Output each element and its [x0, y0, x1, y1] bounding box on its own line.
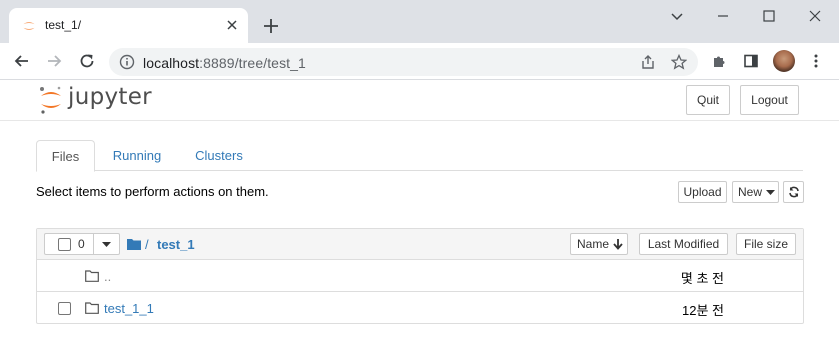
new-label: New — [738, 185, 763, 199]
url-path: :8889/tree/test_1 — [199, 55, 306, 71]
extensions-puzzle-icon[interactable] — [711, 53, 727, 69]
caret-down-icon — [102, 242, 111, 247]
folder-outline-icon — [85, 270, 99, 282]
selection-hint: Select items to perform actions on them. — [36, 184, 269, 199]
url-text[interactable]: localhost:8889/tree/test_1 — [143, 55, 306, 71]
close-window-icon[interactable] — [805, 6, 825, 26]
new-dropdown-button[interactable]: New — [732, 181, 779, 203]
refresh-icon — [789, 186, 799, 198]
share-icon[interactable] — [640, 54, 656, 70]
jupyter-logo-icon[interactable] — [38, 85, 64, 115]
jupyter-wordmark[interactable]: jupyter — [68, 84, 152, 110]
sort-name-label: Name — [577, 237, 610, 251]
arrow-down-icon — [613, 239, 623, 250]
maximize-icon[interactable] — [759, 6, 779, 26]
file-list: 0 / test_1 Name Last Modified File size … — [36, 228, 804, 324]
list-item[interactable]: test_1_1 12분 전 — [37, 292, 803, 324]
tab-clusters[interactable]: Clusters — [184, 140, 254, 171]
more-menu-icon[interactable] — [808, 53, 824, 69]
item-modified-time: 12분 전 — [682, 303, 724, 318]
sort-name-button[interactable]: Name — [570, 233, 628, 255]
parent-dir-link[interactable]: .. — [104, 269, 111, 284]
site-info-icon[interactable] — [119, 54, 135, 70]
upload-button[interactable]: Upload — [678, 181, 727, 203]
reload-icon[interactable] — [78, 52, 96, 70]
dashboard-tabs: Files Running Clusters — [36, 140, 803, 172]
jupyter-header: jupyter Quit Logout — [0, 80, 839, 121]
jupyter-favicon-icon — [23, 22, 35, 30]
browser-tab[interactable]: test_1/ — [9, 8, 248, 43]
tab-search-chevron-icon[interactable] — [667, 6, 687, 26]
back-arrow-icon[interactable] — [13, 52, 31, 70]
browser-toolbar: localhost:8889/tree/test_1 — [0, 43, 839, 80]
file-list-header: 0 / test_1 Name Last Modified File size — [37, 229, 803, 260]
selected-count: 0 — [78, 237, 85, 251]
breadcrumb-current-dir[interactable]: test_1 — [157, 237, 195, 252]
sort-last-modified-button[interactable]: Last Modified — [639, 233, 728, 255]
minimize-icon[interactable] — [713, 6, 733, 26]
close-tab-icon[interactable] — [224, 17, 240, 33]
select-all-checkbox[interactable] — [58, 238, 71, 251]
tab-running[interactable]: Running — [100, 140, 174, 171]
list-item[interactable]: .. 몇 초 전 — [37, 260, 803, 292]
caret-down-icon — [766, 190, 775, 195]
url-host: localhost — [143, 55, 200, 71]
new-tab-icon[interactable] — [262, 17, 280, 35]
side-panel-icon[interactable] — [743, 53, 759, 69]
address-bar[interactable]: localhost:8889/tree/test_1 — [109, 48, 698, 76]
folder-filled-icon[interactable] — [127, 238, 141, 250]
quit-button[interactable]: Quit — [686, 85, 730, 115]
select-dropdown-button[interactable] — [93, 233, 120, 255]
folder-outline-icon — [85, 302, 99, 314]
tab-title: test_1/ — [45, 18, 82, 32]
breadcrumb-separator: / — [145, 237, 149, 252]
folder-link[interactable]: test_1_1 — [104, 301, 154, 316]
tab-files[interactable]: Files — [36, 140, 95, 172]
profile-avatar[interactable] — [773, 50, 795, 72]
logout-button[interactable]: Logout — [740, 85, 799, 115]
bookmark-star-icon[interactable] — [671, 54, 687, 70]
forward-arrow-icon[interactable] — [45, 52, 63, 70]
item-checkbox[interactable] — [58, 302, 71, 315]
refresh-button[interactable] — [783, 181, 804, 203]
item-modified-time: 몇 초 전 — [680, 271, 724, 286]
browser-tab-strip: test_1/ — [0, 0, 839, 43]
sort-file-size-button[interactable]: File size — [736, 233, 796, 255]
